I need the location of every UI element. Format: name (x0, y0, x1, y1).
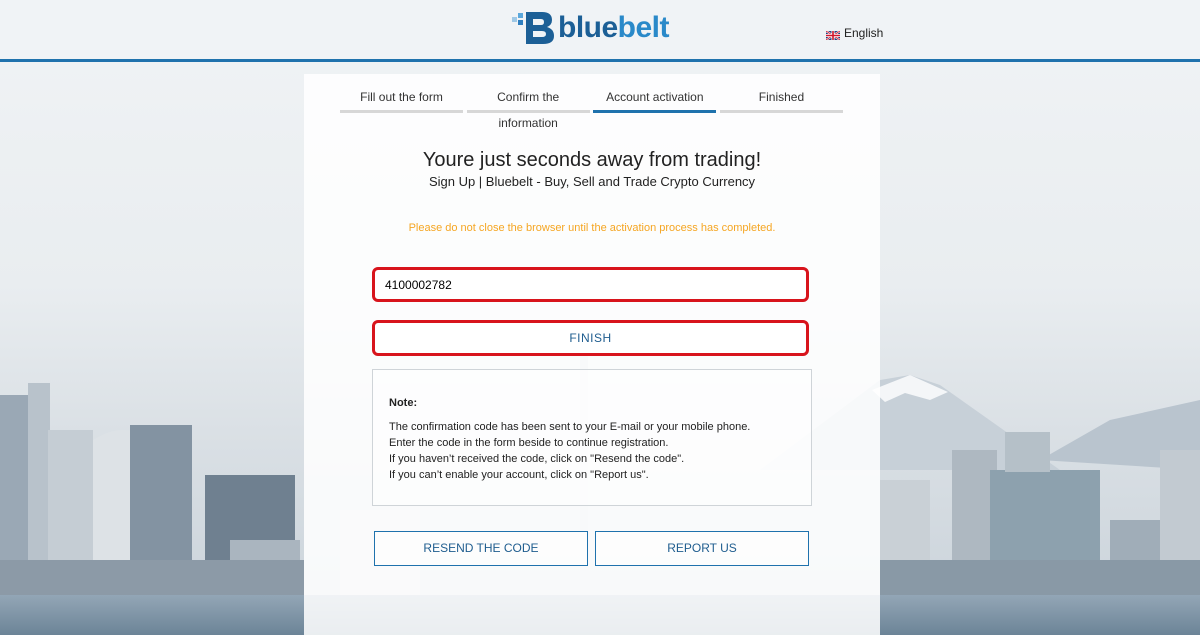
logo-mark-icon (512, 10, 556, 46)
step-finished[interactable]: Finished (719, 84, 843, 113)
finish-button[interactable]: FINISH (372, 320, 809, 356)
note-box: Note: The confirmation code has been sen… (372, 369, 812, 506)
note-line: If you haven’t received the code, click … (389, 453, 685, 465)
site-header: bluebelt English (0, 0, 1200, 62)
bluebelt-logo[interactable]: bluebelt (512, 10, 670, 46)
uk-flag-icon (825, 29, 841, 41)
activation-code-input[interactable] (372, 267, 809, 302)
report-us-button[interactable]: REPORT US (595, 531, 809, 566)
step-confirm-information[interactable]: Confirm the information (466, 84, 590, 130)
step-fill-form[interactable]: Fill out the form (340, 84, 463, 113)
logo-text: bluebelt (558, 11, 670, 45)
note-title: Note: (389, 397, 418, 409)
page-title: Youre just seconds away from trading! (422, 149, 762, 171)
logo-text-dark: blue (558, 11, 618, 44)
language-selector[interactable]: English (825, 26, 884, 41)
signup-steps: Fill out the form Confirm the informatio… (340, 84, 843, 130)
step-account-activation[interactable]: Account activation (593, 84, 717, 113)
activation-card: Fill out the form Confirm the informatio… (304, 74, 880, 635)
note-line: Enter the code in the form beside to con… (389, 437, 669, 449)
page-subtitle: Sign Up | Bluebelt - Buy, Sell and Trade… (428, 174, 756, 189)
note-line: If you can’t enable your account, click … (389, 469, 649, 481)
resend-code-button[interactable]: RESEND THE CODE (374, 531, 588, 566)
warning-message: Please do not close the browser until th… (408, 222, 776, 234)
language-label: English (844, 26, 884, 40)
note-line: The confirmation code has been sent to y… (389, 421, 751, 433)
logo-text-light: belt (617, 11, 670, 44)
